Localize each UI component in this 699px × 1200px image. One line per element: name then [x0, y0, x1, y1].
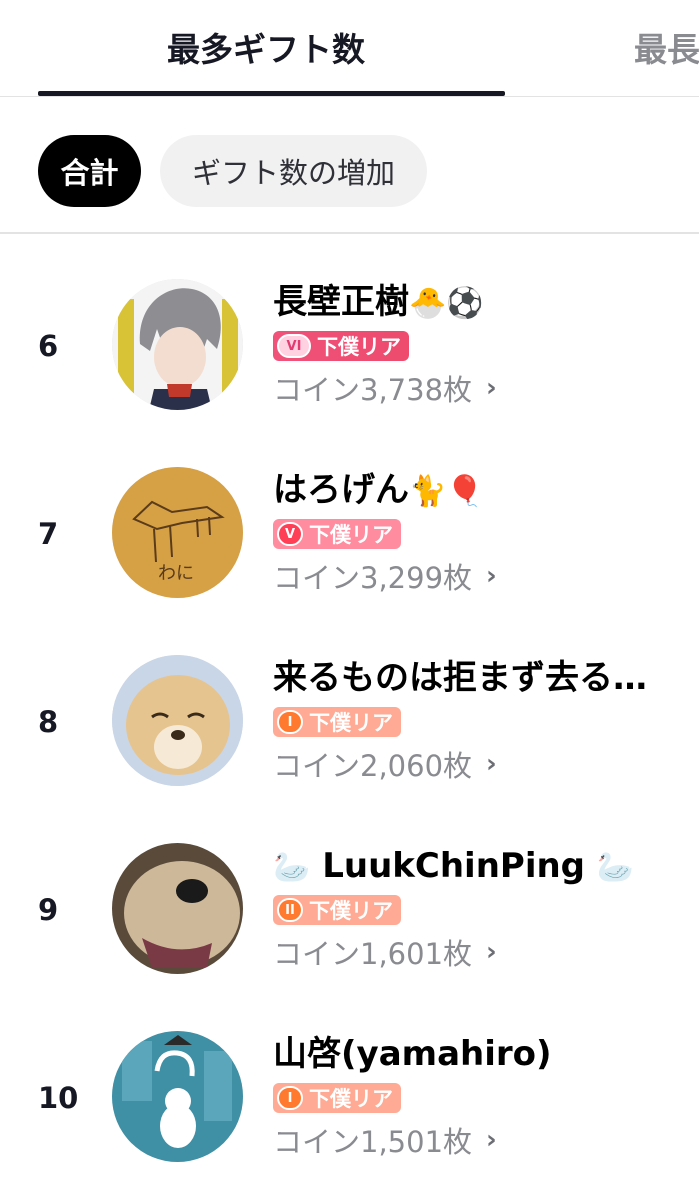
- user-name[interactable]: 来るものは拒まず去る…: [273, 655, 693, 703]
- user-name[interactable]: 長壁正樹🐣⚽: [273, 279, 693, 327]
- tab-longest[interactable]: 最長: [634, 26, 699, 74]
- heart-level-icon: VI: [277, 334, 311, 358]
- heart-level-icon: I: [277, 1086, 303, 1110]
- coin-count[interactable]: コイン1,501枚 ›: [273, 1119, 693, 1161]
- heart-level-icon: I: [277, 710, 303, 734]
- chevron-right-icon: ›: [486, 937, 497, 967]
- badge-label: 下僕リア: [309, 523, 393, 547]
- user-info: はろげん🐈🎈 V 下僕リア コイン3,299枚 ›: [273, 467, 693, 597]
- level-badge: V 下僕リア: [273, 519, 401, 549]
- heart-level-icon: V: [277, 522, 303, 546]
- user-name[interactable]: 山啓(yamahiro): [273, 1031, 693, 1079]
- ranking-row[interactable]: 6 長壁正樹🐣⚽ VI 下僕リア コイン3,738枚 ›: [0, 279, 699, 429]
- filter-total-chip[interactable]: 合計: [38, 135, 141, 207]
- ranking-row[interactable]: 7 わに はろげん🐈🎈 V 下僕リア コイン3,299枚 ›: [0, 467, 699, 617]
- coin-count[interactable]: コイン3,738枚 ›: [273, 367, 693, 409]
- filter-gift-increase-chip[interactable]: ギフト数の増加: [160, 135, 427, 207]
- active-tab-indicator: [38, 91, 505, 96]
- coin-count[interactable]: コイン3,299枚 ›: [273, 555, 693, 597]
- level-badge: II 下僕リア: [273, 895, 401, 925]
- avatar[interactable]: [112, 1031, 243, 1162]
- badge-label: 下僕リア: [317, 335, 401, 359]
- user-info: 🦢 LuukChinPing 🦢 II 下僕リア コイン1,601枚 ›: [273, 843, 693, 973]
- gift-ranking-page: 最多ギフト数 最長 合計 ギフト数の増加 6 長壁正樹🐣⚽ VI 下僕リア コイ…: [0, 0, 699, 1200]
- user-info: 長壁正樹🐣⚽ VI 下僕リア コイン3,738枚 ›: [273, 279, 693, 409]
- heart-level-icon: II: [277, 898, 303, 922]
- chevron-right-icon: ›: [486, 561, 497, 591]
- filter-chips: 合計 ギフト数の増加: [0, 97, 699, 234]
- avatar[interactable]: [112, 655, 243, 786]
- svg-text:わに: わに: [158, 563, 194, 584]
- rank-number: 10: [38, 1081, 79, 1115]
- coin-count[interactable]: コイン1,601枚 ›: [273, 931, 693, 973]
- rank-number: 9: [38, 893, 59, 927]
- badge-label: 下僕リア: [309, 711, 393, 735]
- ranking-row[interactable]: 8 来るものは拒まず去る… I 下僕リア コイン2,060枚 ›: [0, 655, 699, 805]
- avatar[interactable]: わに: [112, 467, 243, 598]
- level-badge: I 下僕リア: [273, 1083, 401, 1113]
- ranking-row[interactable]: 9 🦢 LuukChinPing 🦢 II 下僕リア コイン1,601枚 ›: [0, 843, 699, 993]
- name-emoji: 🐈🎈: [409, 474, 484, 509]
- chevron-right-icon: ›: [486, 749, 497, 779]
- badge-label: 下僕リア: [309, 1087, 393, 1111]
- rank-number: 6: [38, 329, 59, 363]
- badge-label: 下僕リア: [309, 899, 393, 923]
- coin-count[interactable]: コイン2,060枚 ›: [273, 743, 693, 785]
- user-info: 山啓(yamahiro) I 下僕リア コイン1,501枚 ›: [273, 1031, 693, 1161]
- level-badge: I 下僕リア: [273, 707, 401, 737]
- user-info: 来るものは拒まず去る… I 下僕リア コイン2,060枚 ›: [273, 655, 693, 785]
- avatar[interactable]: [112, 279, 243, 410]
- ranking-tabs: 最多ギフト数 最長: [0, 0, 699, 97]
- name-emoji: 🐣⚽: [409, 286, 484, 321]
- tab-most-gifts[interactable]: 最多ギフト数: [167, 26, 365, 74]
- level-badge: VI 下僕リア: [273, 331, 409, 361]
- user-name[interactable]: はろげん🐈🎈: [273, 467, 693, 515]
- ranking-row[interactable]: 10 山啓(yamahiro) I 下僕リア コイン1,501枚 ›: [0, 1031, 699, 1181]
- chevron-right-icon: ›: [486, 373, 497, 403]
- swan-emoji-right: 🦢: [596, 850, 635, 885]
- swan-emoji-left: 🦢: [273, 850, 311, 885]
- avatar[interactable]: [112, 843, 243, 974]
- rank-number: 8: [38, 705, 59, 739]
- chevron-right-icon: ›: [486, 1125, 497, 1155]
- rank-number: 7: [38, 517, 59, 551]
- user-name[interactable]: 🦢 LuukChinPing 🦢: [273, 843, 693, 891]
